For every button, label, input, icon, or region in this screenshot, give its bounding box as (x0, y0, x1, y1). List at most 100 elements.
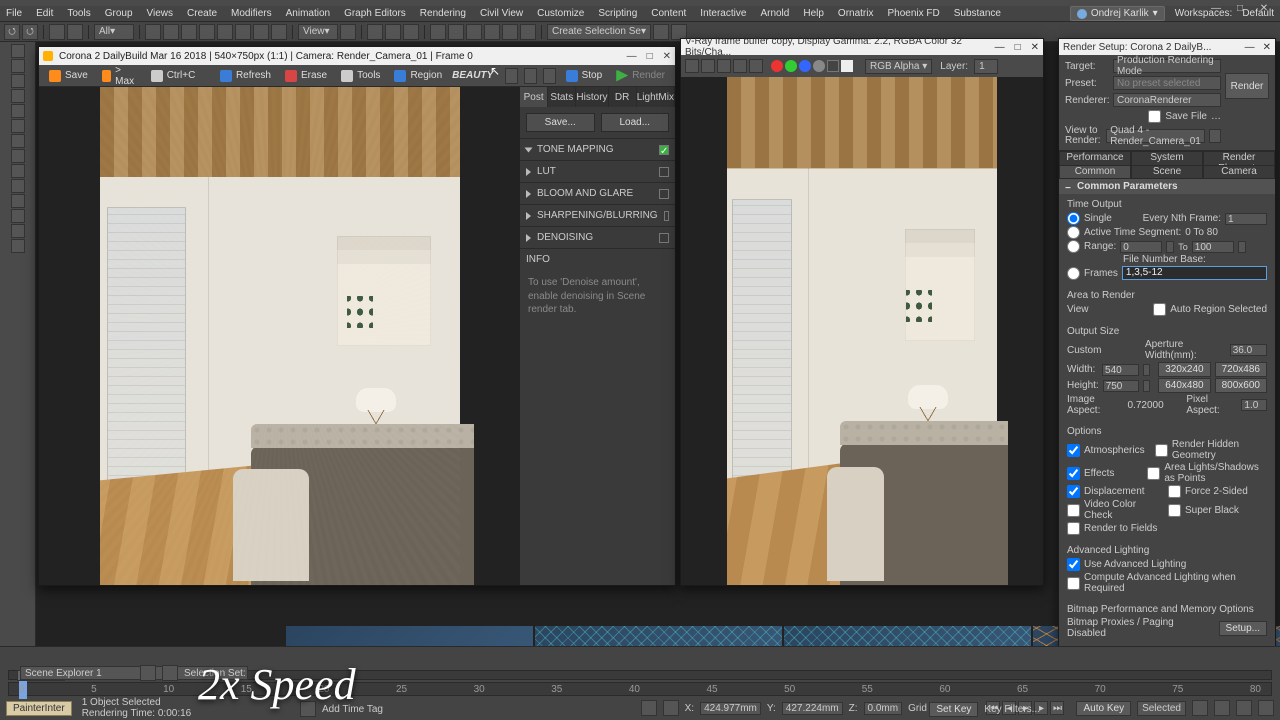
keyfilters-button[interactable]: Key Filters... (984, 704, 1040, 715)
pixelaspect-spinner[interactable]: 1.0 (1241, 399, 1267, 411)
redo-icon[interactable] (22, 24, 38, 40)
arealights-checkbox[interactable] (1147, 467, 1160, 480)
autokey-button[interactable]: Auto Key (1076, 701, 1131, 716)
maxscript-listener[interactable]: PainterInter (6, 701, 72, 716)
tomax-button[interactable]: > Max (98, 63, 141, 89)
post-save-button[interactable]: Save... (526, 113, 595, 132)
tool-icon[interactable] (448, 24, 464, 40)
preset-320-button[interactable]: 320x240 (1158, 362, 1210, 377)
nav-icon[interactable] (1214, 700, 1230, 716)
sblack-checkbox[interactable] (1168, 504, 1181, 517)
rsetup-titlebar[interactable]: Render Setup: Corona 2 DailyB... —✕ (1059, 39, 1275, 55)
frames-input[interactable]: 1,3,5-12 (1122, 266, 1267, 280)
corona-render-viewport[interactable] (39, 87, 520, 585)
preset-720-button[interactable]: 720x486 (1215, 362, 1267, 377)
menu-item[interactable]: Content (651, 8, 686, 19)
side-tool-icon[interactable] (11, 89, 25, 103)
goto-end-icon[interactable]: ⏭ (1050, 701, 1064, 715)
computeadv-checkbox[interactable] (1067, 577, 1080, 590)
range-end-spinner[interactable]: 100 (1192, 241, 1234, 253)
filter-dropdown[interactable]: All ▾ (94, 24, 134, 40)
copy-button[interactable]: Ctrl+C (147, 68, 200, 84)
maximize-icon[interactable]: □ (1015, 42, 1021, 53)
menu-item[interactable]: Animation (286, 8, 330, 19)
side-tool-icon[interactable] (11, 119, 25, 133)
tool-icon[interactable] (653, 24, 669, 40)
zoom-in-icon[interactable] (524, 68, 537, 84)
zoom-out-icon[interactable] (543, 68, 556, 84)
render-button[interactable]: Render (612, 68, 669, 84)
force2-checkbox[interactable] (1168, 485, 1181, 498)
rollout-bloom[interactable]: BLOOM AND GLARE (520, 182, 675, 204)
side-tool-icon[interactable] (11, 104, 25, 118)
close-icon[interactable]: ✕ (1263, 42, 1271, 53)
hidden-checkbox[interactable] (1155, 444, 1168, 457)
close-icon[interactable]: ✕ (663, 51, 671, 62)
active-radio[interactable] (1067, 226, 1080, 239)
single-radio[interactable] (1067, 212, 1080, 225)
tool-icon[interactable] (340, 24, 356, 40)
tool-icon[interactable] (403, 24, 419, 40)
rollout-sharpen[interactable]: SHARPENING/BLURRING (520, 204, 675, 226)
vray-tool-icon[interactable] (749, 59, 763, 73)
app-minimize-icon[interactable]: — (1210, 2, 1222, 14)
nth-spinner[interactable]: 1 (1225, 213, 1267, 225)
side-tool-icon[interactable] (11, 74, 25, 88)
preset-800-button[interactable]: 800x600 (1215, 378, 1267, 393)
menu-item[interactable]: Interactive (700, 8, 746, 19)
tool-icon[interactable] (520, 24, 536, 40)
erase-button[interactable]: Erase (281, 68, 331, 84)
tab-performance[interactable]: Performance (1059, 151, 1131, 165)
side-tool-icon[interactable] (11, 224, 25, 238)
tool-icon[interactable] (163, 24, 179, 40)
menu-item[interactable]: Customize (537, 8, 584, 19)
tab-stats[interactable]: Stats (548, 87, 576, 107)
tool-icon[interactable] (502, 24, 518, 40)
named-sel-dropdown[interactable]: Create Selection Se ▾ (547, 24, 651, 40)
range-start-spinner[interactable]: 0 (1120, 241, 1162, 253)
target-dropdown[interactable]: Production Rendering Mode (1113, 59, 1221, 73)
range-radio[interactable] (1067, 240, 1080, 253)
minimize-icon[interactable]: — (995, 42, 1005, 53)
tab-scene[interactable]: Scene (1131, 165, 1203, 179)
side-tool-icon[interactable] (11, 44, 25, 58)
selset-icon[interactable] (140, 665, 156, 681)
tools-button[interactable]: Tools (337, 68, 384, 84)
vray-tool-icon[interactable] (701, 59, 715, 73)
lock-icon[interactable] (641, 700, 657, 716)
nav-icon[interactable] (1258, 700, 1274, 716)
area-dropdown[interactable]: View (1067, 304, 1137, 315)
menu-item[interactable]: Tools (67, 8, 90, 19)
rollout-lut[interactable]: LUT (520, 160, 675, 182)
menu-item[interactable]: File (6, 8, 22, 19)
preset-dropdown[interactable]: No preset selected (1113, 76, 1221, 90)
x-coord[interactable]: 424.977mm (700, 702, 761, 715)
menu-item[interactable]: Ornatrix (838, 8, 874, 19)
user-account-chip[interactable]: Ondrej Karlik▾ (1070, 6, 1165, 21)
width-spinner[interactable]: 540 (1102, 364, 1139, 376)
side-tool-icon[interactable] (11, 179, 25, 193)
tool-icon[interactable] (271, 24, 287, 40)
aspect-lock-icon[interactable] (1168, 399, 1179, 411)
rollout-tonemapping[interactable]: TONE MAPPING✓ (520, 138, 675, 160)
menu-item[interactable]: Arnold (760, 8, 789, 19)
snap-icon[interactable] (663, 700, 679, 716)
menu-item[interactable]: Help (803, 8, 824, 19)
common-params-header[interactable]: Common Parameters (1077, 181, 1178, 192)
savefile-checkbox[interactable] (1148, 110, 1161, 123)
post-load-button[interactable]: Load... (601, 113, 670, 132)
nav-icon[interactable] (1236, 700, 1252, 716)
useadv-checkbox[interactable] (1067, 558, 1080, 571)
nav-icon[interactable] (1192, 700, 1208, 716)
side-tool-icon[interactable] (11, 134, 25, 148)
tab-render-elements[interactable]: Render Elements (1203, 151, 1275, 165)
tool-icon[interactable] (217, 24, 233, 40)
refresh-button[interactable]: Refresh (216, 68, 275, 84)
app-maximize-icon[interactable]: □ (1234, 2, 1246, 14)
tab-history[interactable]: History (576, 87, 608, 107)
tab-system[interactable]: System (1131, 151, 1203, 165)
renderer-dropdown[interactable]: CoronaRenderer (1113, 93, 1221, 107)
link-icon[interactable] (49, 24, 65, 40)
menu-item[interactable]: Group (105, 8, 133, 19)
render-button[interactable]: Render (1225, 73, 1269, 99)
